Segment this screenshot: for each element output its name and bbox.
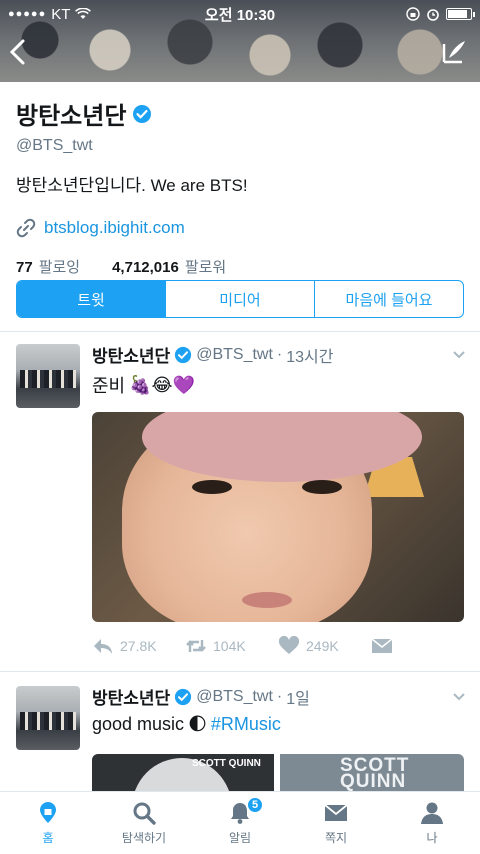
- status-time: 오전 10:30: [204, 6, 276, 24]
- tweet-item[interactable]: 방탄소년단 @BTS_twt · 13시간 준비 🍇😂💜 27.8K 104K …: [0, 332, 480, 670]
- compose-tweet-button[interactable]: [440, 38, 468, 66]
- tweet-item[interactable]: 방탄소년단 @BTS_twt · 1일 good music 🌓 #RMusic…: [0, 672, 480, 792]
- nav-me[interactable]: 나: [384, 792, 480, 854]
- tweet-emoji: 🍇😂💜: [129, 374, 195, 395]
- nav-me-label: 나: [426, 831, 438, 845]
- link-icon: [16, 218, 36, 238]
- envelope-icon: [371, 638, 393, 653]
- status-bar: ●●●●● KT 오전 10:30: [0, 0, 480, 28]
- chevron-left-icon: [9, 39, 25, 65]
- tweet-text: good music: [92, 714, 185, 734]
- like-button[interactable]: 249K: [278, 636, 371, 656]
- nav-notifications[interactable]: 5 알림: [192, 792, 288, 854]
- album-art-right[interactable]: SCOTT QUINN: [280, 754, 464, 792]
- followers-count: 4,712,016: [112, 259, 179, 276]
- retweet-icon: [186, 640, 206, 652]
- avatar[interactable]: [16, 686, 80, 750]
- home-icon: [40, 802, 56, 823]
- meta-separator: ·: [276, 687, 283, 705]
- tweet-handle: @BTS_twt: [196, 687, 273, 705]
- heart-icon: [278, 636, 300, 654]
- nav-home[interactable]: 홈: [0, 792, 96, 854]
- tab-tweets[interactable]: 트윗: [17, 281, 166, 317]
- tweet-photo[interactable]: [92, 412, 464, 622]
- photo-eye-left: [192, 480, 232, 494]
- profile-link-text[interactable]: btsblog.ibighit.com: [44, 218, 185, 238]
- photo-eye-right: [302, 480, 342, 494]
- nav-explore[interactable]: 탐색하기: [96, 792, 192, 854]
- tab-media[interactable]: 미디어: [166, 281, 315, 317]
- reply-icon: [94, 639, 112, 654]
- chevron-down-icon[interactable]: [452, 690, 466, 704]
- following-stat[interactable]: 77 팔로잉: [16, 256, 80, 277]
- photo-lips: [242, 592, 292, 608]
- profile-info: 방탄소년단 @BTS_twt 방탄소년단입니다. We are BTS! bts…: [16, 96, 464, 277]
- direct-message-button[interactable]: [371, 636, 464, 656]
- bottom-tab-bar: 홈 탐색하기 5 알림 쪽지 나: [0, 791, 480, 854]
- profile-bio: 방탄소년단입니다. We are BTS!: [16, 176, 248, 195]
- album-text-left: SCOTT QUINN: [192, 758, 261, 769]
- profile-tabs: 트윗 미디어 마음에 들어요: [16, 280, 464, 318]
- nav-explore-label: 탐색하기: [121, 831, 167, 845]
- tweet-time: 1일: [286, 690, 310, 708]
- person-icon: [421, 802, 443, 824]
- meta-separator: ·: [276, 345, 283, 363]
- profile-banner: ●●●●● KT 오전 10:30: [0, 0, 480, 82]
- followers-label: 팔로워: [184, 259, 227, 276]
- nav-home-label: 홈: [42, 831, 54, 845]
- album-art-left[interactable]: SCOTT QUINN: [92, 754, 274, 792]
- like-count: 249K: [306, 638, 339, 654]
- hashtag-link[interactable]: #RMusic: [211, 714, 281, 735]
- verified-badge-icon: [133, 104, 152, 123]
- nav-messages[interactable]: 쪽지: [288, 792, 384, 854]
- avatar[interactable]: [16, 344, 80, 408]
- followers-stat[interactable]: 4,712,016 팔로워: [112, 256, 226, 277]
- profile-handle: @BTS_twt: [16, 137, 93, 154]
- mail-icon: [324, 804, 348, 821]
- verified-badge-icon: [175, 688, 192, 705]
- tweet-author-name: 방탄소년단: [92, 689, 171, 708]
- tweet-media-grid[interactable]: SCOTT QUINN SCOTT QUINN: [92, 754, 464, 792]
- retweet-button[interactable]: 104K: [185, 636, 278, 656]
- album-text-right: SCOTT QUINN: [340, 755, 410, 792]
- tab-likes[interactable]: 마음에 들어요: [315, 281, 463, 317]
- back-button[interactable]: [8, 38, 32, 66]
- reply-count: 27.8K: [120, 638, 157, 654]
- following-count: 77: [16, 259, 33, 276]
- photo-face: [122, 412, 422, 622]
- nav-notifications-label: 알림: [228, 831, 252, 845]
- verified-badge-icon: [175, 346, 192, 363]
- profile-link[interactable]: btsblog.ibighit.com: [16, 218, 464, 238]
- feather-icon: [442, 41, 465, 64]
- tweet-time: 13시간: [286, 348, 334, 366]
- tweet-emoji: 🌓: [188, 714, 207, 734]
- following-label: 팔로잉: [38, 259, 81, 276]
- tweet-author-name: 방탄소년단: [92, 347, 171, 366]
- reply-button[interactable]: 27.8K: [92, 636, 185, 656]
- nav-messages-label: 쪽지: [324, 831, 348, 845]
- retweet-count: 104K: [213, 638, 246, 654]
- tweet-handle: @BTS_twt: [196, 345, 273, 363]
- search-icon: [133, 802, 156, 825]
- chevron-down-icon[interactable]: [452, 348, 466, 362]
- profile-name: 방탄소년단: [16, 103, 127, 130]
- tweet-text: 준비: [92, 376, 126, 396]
- battery-icon: [446, 8, 475, 20]
- notification-badge: 5: [246, 796, 264, 814]
